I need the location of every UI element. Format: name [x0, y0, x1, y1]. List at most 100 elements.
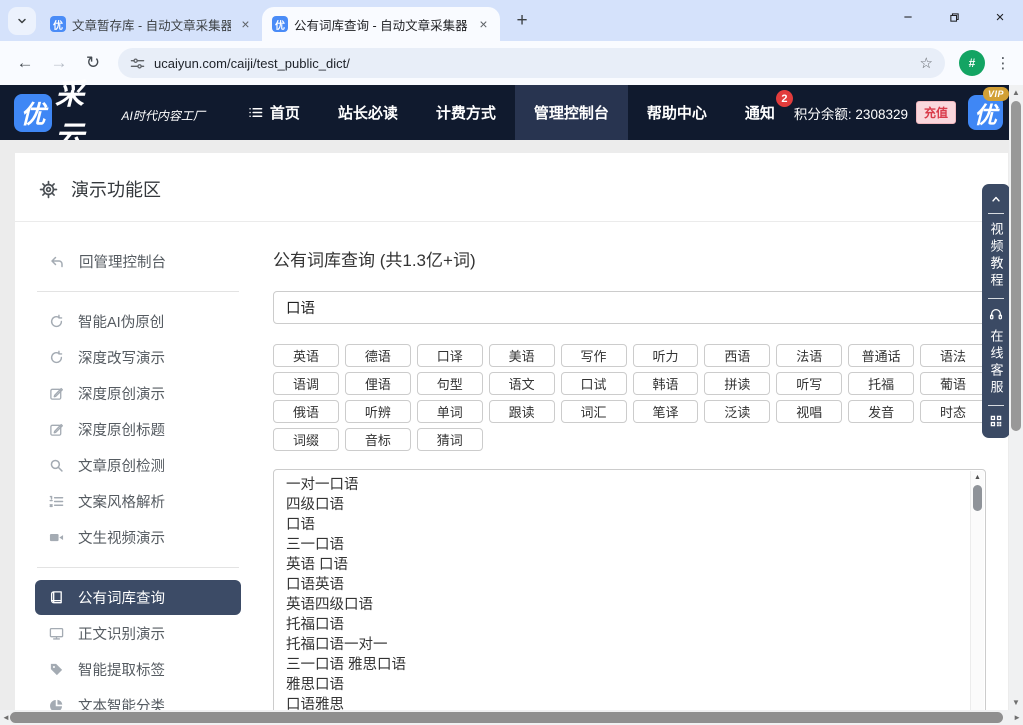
tag-icon — [49, 662, 64, 677]
sidebar-item-extract-tags[interactable]: 智能提取标签 — [35, 652, 241, 687]
headset-icon[interactable] — [989, 307, 1003, 321]
results-scrollbar-thumb[interactable] — [973, 485, 982, 511]
tab-close-icon[interactable]: × — [237, 16, 254, 33]
dict-tag-button[interactable]: 俄语 — [273, 400, 339, 423]
restore-button[interactable] — [931, 0, 977, 34]
user-avatar[interactable]: 优 VIP — [968, 95, 1003, 130]
nav-item-help-center[interactable]: 帮助中心 — [628, 85, 726, 140]
dict-main: 公有词库查询 (共1.3亿+词) 英语德语口译美语写作听力西语法语普通话语法语调… — [257, 222, 1008, 725]
minimize-button[interactable]: − — [885, 0, 931, 34]
nav-item-pricing[interactable]: 计费方式 — [417, 85, 515, 140]
dict-tag-button[interactable]: 托福 — [848, 372, 914, 395]
sidebar-item-ai-rewrite[interactable]: 智能AI伪原创 — [35, 304, 241, 339]
horizontal-scrollbar[interactable]: ◄ ► — [0, 710, 1023, 725]
site-logo-badge[interactable]: 优 — [14, 94, 52, 132]
dict-tag-button[interactable]: 单词 — [417, 400, 483, 423]
dict-tag-button[interactable]: 视唱 — [776, 400, 842, 423]
nav-item-notifications[interactable]: 通知 2 — [726, 85, 794, 140]
back-button[interactable]: ← — [10, 48, 40, 78]
dict-tag-button[interactable]: 韩语 — [633, 372, 699, 395]
dict-tag-button[interactable]: 西语 — [704, 344, 770, 367]
sidebar-item-label: 回管理控制台 — [79, 251, 166, 272]
browser-menu-icon[interactable]: ⋮ — [993, 54, 1013, 72]
nav-item-label: 帮助中心 — [647, 102, 707, 123]
dict-tag-button[interactable]: 口试 — [561, 372, 627, 395]
close-window-button[interactable]: × — [977, 0, 1023, 34]
dict-tag-button[interactable]: 语法 — [920, 344, 986, 367]
gear-icon — [39, 180, 58, 199]
dict-result-line: 托福口语 — [286, 615, 959, 635]
new-tab-button[interactable]: + — [508, 7, 536, 35]
dict-tag-button[interactable]: 猜词 — [417, 428, 483, 451]
dict-tag-button[interactable]: 听写 — [776, 372, 842, 395]
dict-tag-button[interactable]: 德语 — [345, 344, 411, 367]
url-text[interactable]: ucaiyun.com/caiji/test_public_dict/ — [154, 56, 911, 71]
dict-tag-button[interactable]: 发音 — [848, 400, 914, 423]
vertical-scrollbar-thumb[interactable] — [1011, 101, 1021, 431]
search-icon — [49, 458, 64, 473]
dict-tag-button[interactable]: 英语 — [273, 344, 339, 367]
dict-tag-button[interactable]: 写作 — [561, 344, 627, 367]
sidebar-item-originality-check[interactable]: 文章原创检测 — [35, 448, 241, 483]
dict-tag-button[interactable]: 美语 — [489, 344, 555, 367]
dict-tag-button[interactable]: 语调 — [273, 372, 339, 395]
dict-tag-button[interactable]: 句型 — [417, 372, 483, 395]
dict-tag-button[interactable]: 拼读 — [704, 372, 770, 395]
dict-tag-button[interactable]: 普通话 — [848, 344, 914, 367]
nav-item-home[interactable]: 首页 — [229, 85, 319, 140]
browser-titlebar: 优 文章暂存库 - 自动文章采集器-优 × 优 公有词库查询 - 自动文章采集器… — [0, 0, 1023, 41]
scroll-right-icon[interactable]: ► — [1013, 713, 1021, 722]
sidebar-item-public-dict-active[interactable]: 公有词库查询 — [35, 580, 241, 615]
dict-tag-button[interactable]: 词汇 — [561, 400, 627, 423]
dict-tag-button[interactable]: 听辨 — [345, 400, 411, 423]
profile-avatar[interactable]: # — [959, 50, 985, 76]
sidebar-item-text-to-video[interactable]: 文生视频演示 — [35, 520, 241, 555]
scroll-down-icon[interactable]: ▼ — [1009, 698, 1023, 707]
dict-tag-button[interactable]: 听力 — [633, 344, 699, 367]
site-tagline: AI时代内容工厂 — [121, 107, 204, 124]
bookmark-star-icon[interactable]: ☆ — [920, 54, 933, 72]
address-bar[interactable]: ucaiyun.com/caiji/test_public_dict/ ☆ — [118, 48, 945, 78]
site-info-icon[interactable] — [130, 56, 145, 71]
sidebar-divider — [37, 567, 239, 568]
scroll-up-icon[interactable]: ▲ — [1009, 85, 1023, 97]
nav-item-admin-console[interactable]: 管理控制台 — [515, 85, 628, 140]
video-tutorial-button[interactable]: 视频教程 — [990, 222, 1003, 290]
sidebar-item-back-to-console[interactable]: 回管理控制台 — [35, 244, 241, 279]
sidebar-item-deep-original[interactable]: 深度原创演示 — [35, 376, 241, 411]
nav-item-must-read[interactable]: 站长必读 — [319, 85, 417, 140]
tab-close-icon[interactable]: × — [475, 16, 492, 33]
sidebar-item-body-recognition[interactable]: 正文识别演示 — [35, 616, 241, 651]
dict-tag-button[interactable]: 时态 — [920, 400, 986, 423]
sidebar-item-style-analysis[interactable]: 文案风格解析 — [35, 484, 241, 519]
dict-tag-button[interactable]: 语文 — [489, 372, 555, 395]
vertical-scrollbar[interactable]: ▲ ▼ — [1009, 85, 1023, 710]
monitor-icon — [49, 626, 64, 641]
dict-tag-button[interactable]: 口译 — [417, 344, 483, 367]
dict-tag-button[interactable]: 法语 — [776, 344, 842, 367]
dict-tag-button[interactable]: 泛读 — [704, 400, 770, 423]
refresh-icon — [49, 314, 64, 329]
dict-tag-button[interactable]: 音标 — [345, 428, 411, 451]
dict-tag-button[interactable]: 词缀 — [273, 428, 339, 451]
dict-tag-button[interactable]: 笔译 — [633, 400, 699, 423]
online-service-button[interactable]: 在线客服 — [990, 329, 1003, 397]
dict-result-line: 口语英语 — [286, 575, 959, 595]
browser-tab-2-active[interactable]: 优 公有词库查询 - 自动文章采集器 × — [262, 7, 500, 41]
dict-tag-button[interactable]: 葡语 — [920, 372, 986, 395]
dict-tag-button[interactable]: 跟读 — [489, 400, 555, 423]
sidebar-item-deep-original-title[interactable]: 深度原创标题 — [35, 412, 241, 447]
scroll-up-icon[interactable]: ▲ — [971, 471, 984, 481]
browser-tab-1[interactable]: 优 文章暂存库 - 自动文章采集器-优 × — [40, 7, 262, 41]
sidebar-item-deep-rewrite[interactable]: 深度改写演示 — [35, 340, 241, 375]
scroll-left-icon[interactable]: ◄ — [2, 713, 10, 722]
horizontal-scrollbar-thumb[interactable] — [10, 712, 1003, 723]
results-scrollbar[interactable]: ▲ — [970, 471, 984, 719]
dict-search-input[interactable] — [273, 291, 986, 324]
recharge-button[interactable]: 充值 — [916, 101, 956, 124]
qr-code-icon[interactable] — [989, 414, 1003, 428]
dict-results-box[interactable]: 一对一口语四级口语口语三一口语英语 口语口语英语英语四级口语托福口语托福口语一对… — [273, 469, 986, 721]
tab-search-button[interactable] — [8, 7, 36, 35]
chevron-up-icon[interactable] — [989, 193, 1003, 205]
dict-tag-button[interactable]: 俚语 — [345, 372, 411, 395]
